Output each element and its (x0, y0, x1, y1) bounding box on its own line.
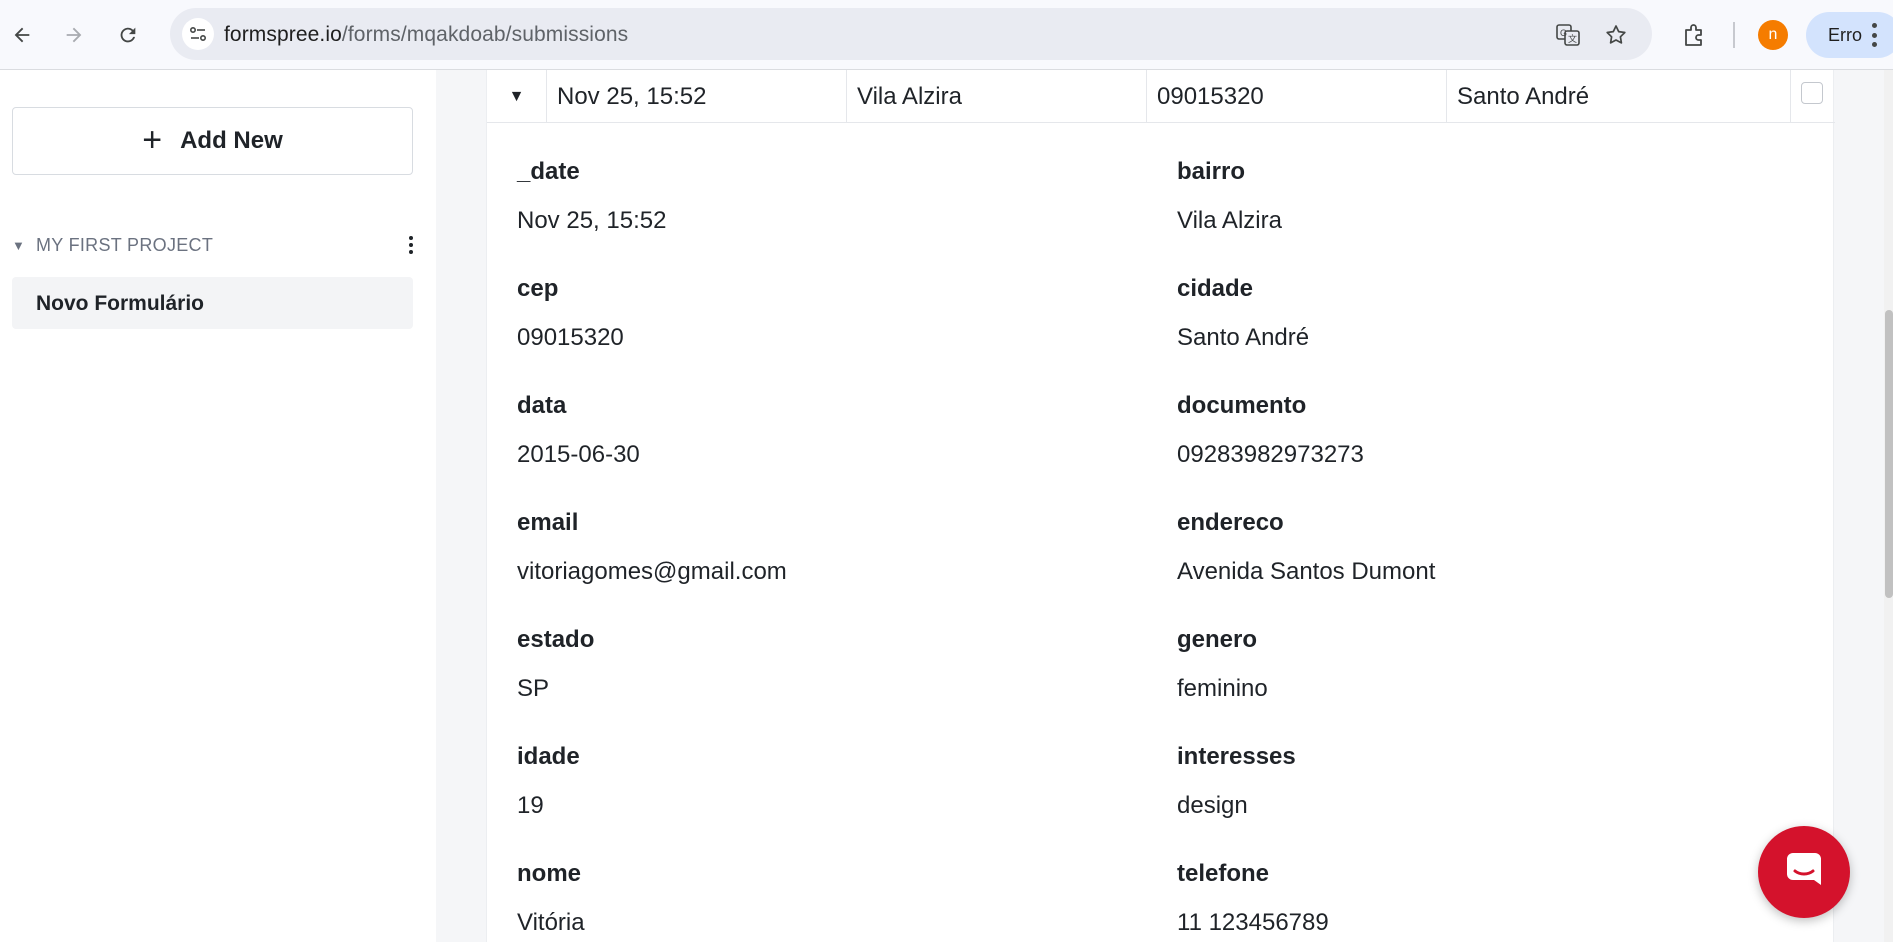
field-label: documento (1177, 392, 1307, 419)
field-label: estado (517, 626, 595, 653)
field-value: Nov 25, 15:52 (517, 207, 667, 234)
field-label: interesses (1177, 743, 1296, 770)
svg-text:G: G (1560, 28, 1567, 38)
field-value: 2015-06-30 (517, 441, 640, 468)
chat-launcher-button[interactable] (1758, 826, 1850, 918)
table-cell-cidade: Santo André (1447, 70, 1791, 123)
field-label: cidade (1177, 275, 1254, 302)
field-label: endereco (1177, 509, 1284, 536)
url-text: formspree.io/forms/mqakdoab/submissions (224, 23, 628, 47)
menu-kebab-icon[interactable] (1870, 20, 1878, 50)
address-bar[interactable]: formspree.io/forms/mqakdoab/submissions … (170, 8, 1652, 60)
field-data: data 2015-06-30 (517, 392, 640, 469)
profile-avatar[interactable]: n (1758, 20, 1788, 50)
expand-caret-icon[interactable]: ▼ (487, 70, 547, 123)
field-email: email vitoriagomes@gmail.com (517, 509, 787, 586)
url-path: /forms/mqakdoab/submissions (341, 23, 629, 46)
field-value: vitoriagomes@gmail.com (517, 558, 787, 585)
table-cell-date: Nov 25, 15:52 (547, 70, 847, 123)
field-label: telefone (1177, 860, 1270, 887)
chat-bubble-icon (1787, 853, 1821, 885)
browser-toolbar: formspree.io/forms/mqakdoab/submissions … (0, 0, 1893, 70)
back-arrow-icon[interactable] (4, 17, 40, 53)
field-value: 19 (517, 792, 544, 819)
url-host: formspree.io (224, 23, 342, 46)
field-label: data (517, 392, 567, 419)
project-name: MY FIRST PROJECT (36, 234, 214, 255)
profile-error-button[interactable]: Erro (1806, 12, 1893, 58)
main-content: ▼ Nov 25, 15:52 Vila Alzira 09015320 San… (436, 70, 1893, 942)
field-value: Avenida Santos Dumont (1177, 558, 1436, 585)
svg-text:文: 文 (1568, 33, 1577, 44)
profile-error-label: Erro (1828, 25, 1863, 45)
sidebar-item-form[interactable]: Novo Formulário (12, 277, 413, 329)
field-interesses: interesses design (1177, 743, 1296, 820)
field-value: 09015320 (517, 324, 624, 351)
table-cell-cep: 09015320 (1147, 70, 1447, 123)
field-label: genero (1177, 626, 1258, 653)
field-label: email (517, 509, 579, 536)
field-value: Vitória (517, 909, 585, 936)
field-documento: documento 09283982973273 (1177, 392, 1364, 469)
row-select-checkbox[interactable] (1801, 82, 1823, 104)
field-label: idade (517, 743, 580, 770)
field-idade: idade 19 (517, 743, 580, 820)
sidebar-item-label: Novo Formulário (36, 292, 205, 315)
field-estado: estado SP (517, 626, 594, 703)
sidebar: + Add New ▼ MY FIRST PROJECT Novo Formul… (0, 70, 436, 942)
scrollbar-thumb[interactable] (1885, 310, 1893, 598)
project-header[interactable]: ▼ MY FIRST PROJECT (12, 230, 416, 260)
field-value: 11 123456789 (1177, 909, 1329, 936)
submission-row[interactable]: ▼ Nov 25, 15:52 Vila Alzira 09015320 San… (487, 70, 1835, 123)
field-value: design (1177, 792, 1248, 819)
forward-arrow-icon[interactable] (56, 17, 92, 53)
add-new-button[interactable]: + Add New (12, 107, 413, 175)
bookmark-star-icon[interactable] (1602, 21, 1630, 49)
field-label: bairro (1177, 158, 1246, 185)
reload-icon[interactable] (110, 17, 146, 53)
field-value: Santo André (1177, 324, 1310, 351)
field-value: Vila Alzira (1177, 207, 1282, 234)
field-label: cep (517, 275, 559, 302)
table-cell-bairro: Vila Alzira (847, 70, 1147, 123)
translate-icon[interactable]: G 文 (1554, 21, 1582, 49)
caret-down-icon[interactable]: ▼ (12, 238, 36, 253)
extensions-icon[interactable] (1678, 19, 1710, 51)
field-cidade: cidade Santo André (1177, 275, 1309, 352)
project-menu-icon[interactable] (406, 233, 416, 257)
field-date: _date Nov 25, 15:52 (517, 158, 666, 235)
field-nome: nome Vitória (517, 860, 585, 937)
toolbar-divider (1733, 22, 1735, 48)
field-cep: cep 09015320 (517, 275, 624, 352)
field-value: 09283982973273 (1177, 441, 1364, 468)
field-bairro: bairro Vila Alzira (1177, 158, 1282, 235)
plus-icon: + (142, 120, 163, 159)
site-settings-icon[interactable] (182, 18, 214, 50)
field-telefone: telefone 11 123456789 (1177, 860, 1329, 937)
field-value: feminino (1177, 675, 1268, 702)
field-label: _date (517, 158, 580, 185)
submissions-panel: ▼ Nov 25, 15:52 Vila Alzira 09015320 San… (486, 70, 1835, 942)
add-new-label: Add New (180, 127, 283, 154)
field-endereco: endereco Avenida Santos Dumont (1177, 509, 1435, 586)
field-label: nome (517, 860, 582, 887)
field-genero: genero feminino (1177, 626, 1268, 703)
field-value: SP (517, 675, 550, 702)
